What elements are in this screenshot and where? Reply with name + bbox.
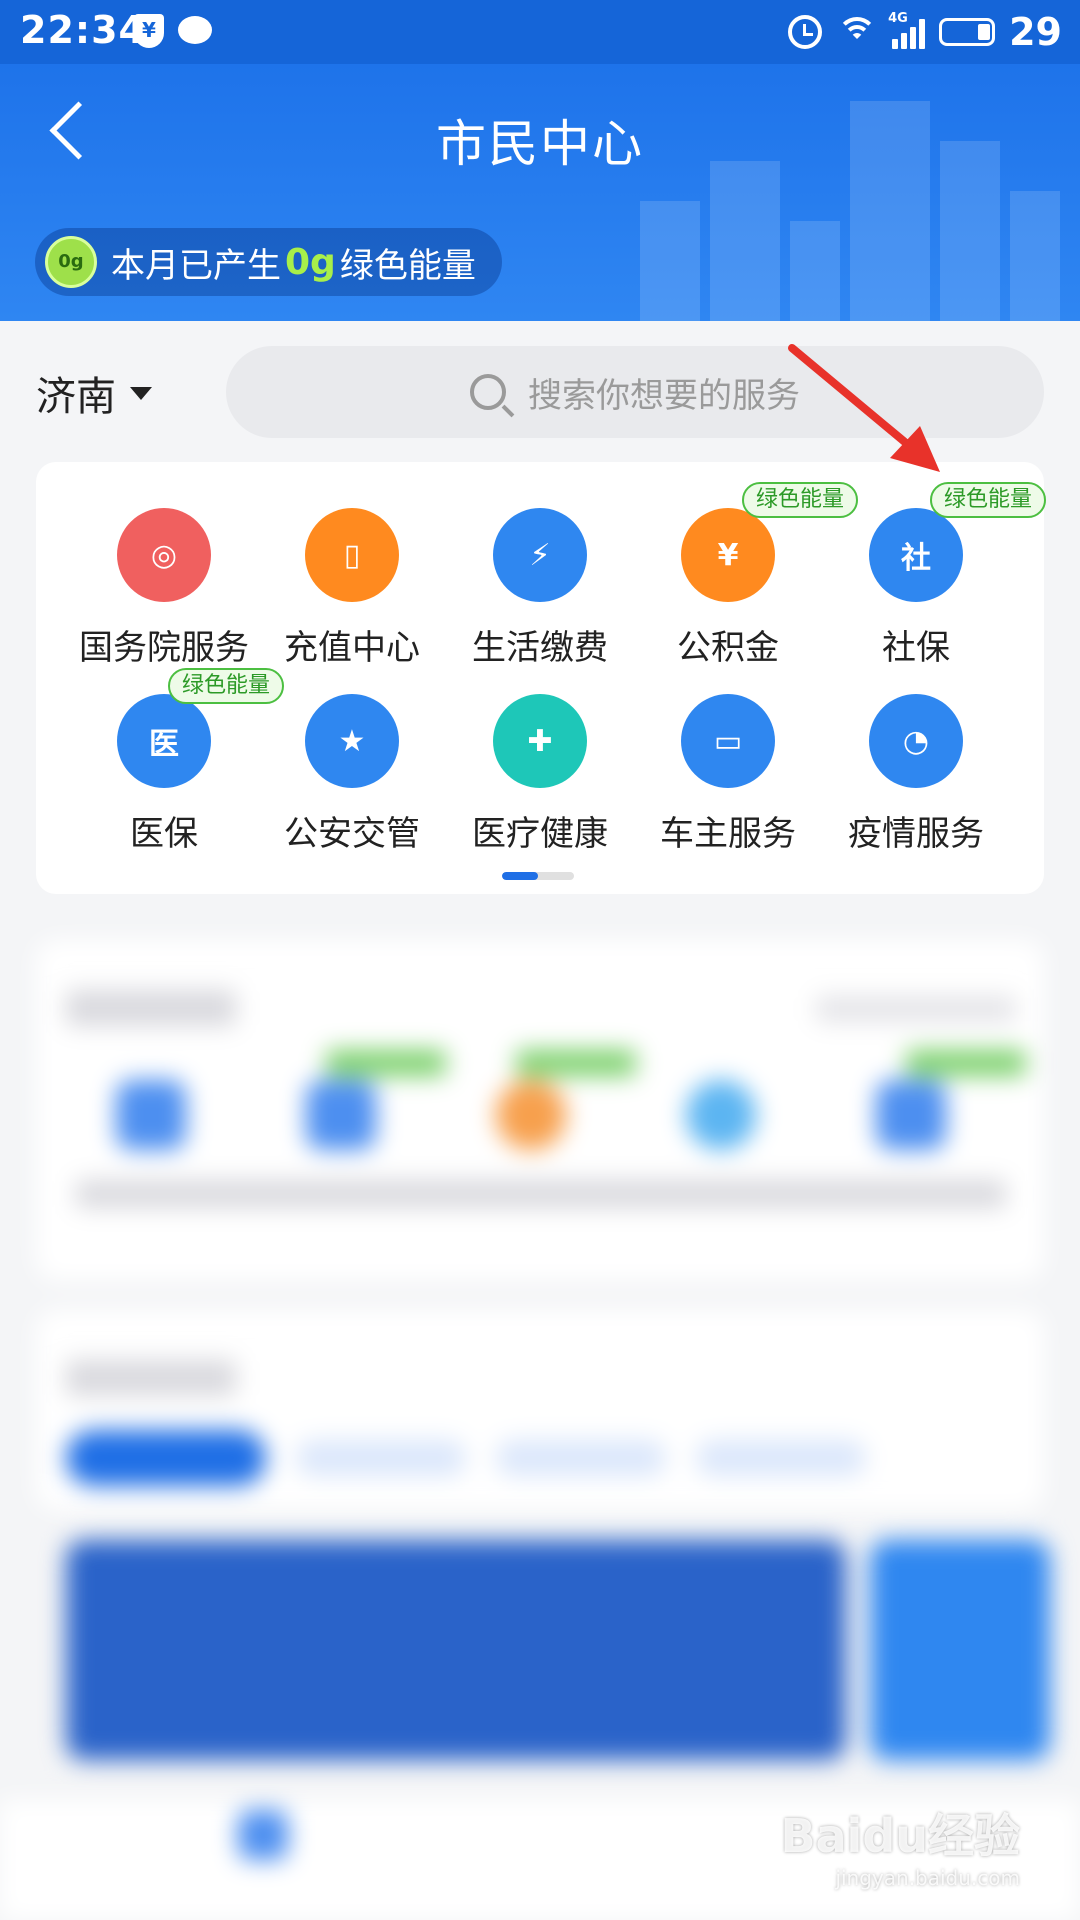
service-label: 车主服务 — [660, 814, 796, 854]
service-label: 医保 — [130, 814, 198, 854]
service-healthcare[interactable]: ✚ 医疗健康 — [446, 694, 634, 855]
battery-icon — [939, 18, 996, 46]
emblem-icon: ◎ — [117, 508, 211, 602]
service-label: 生活缴费 — [472, 628, 608, 668]
watermark-main: Baidu经验 — [780, 1809, 1020, 1863]
phone-icon: ▯ — [305, 508, 399, 602]
chat-bubble-icon — [178, 16, 212, 44]
header: 市民中心 0g 本月已产生 0g 绿色能量 — [0, 64, 1080, 321]
car-icon: ▭ — [681, 694, 775, 788]
service-label: 疫情服务 — [848, 814, 984, 854]
status-time: 22:34 — [20, 8, 146, 52]
blurred-content — [0, 900, 1080, 1920]
service-label: 社保 — [882, 628, 950, 668]
service-guowuyuan[interactable]: ◎ 国务院服务 — [70, 508, 258, 669]
battery-level: 29 — [1009, 10, 1062, 54]
service-public-security[interactable]: ★ 公安交管 — [258, 694, 446, 855]
green-energy-tag: 绿色能量 — [930, 482, 1047, 518]
service-utilities[interactable]: ⚡ 生活缴费 — [446, 508, 634, 669]
service-epidemic[interactable]: ◔ 疫情服务 — [822, 694, 1010, 855]
status-right: 4G 29 — [788, 8, 1062, 56]
green-energy-badge-icon: 0g — [45, 236, 97, 288]
baidu-watermark: Baidu经验 jingyan.baidu.com — [780, 1800, 1020, 1890]
services-grid: ◎ 国务院服务 ▯ 充值中心 ⚡ 生活缴费 绿色能量 ¥ 公积金 绿色能量 社 … — [36, 462, 1047, 894]
annotation-arrow — [788, 344, 940, 472]
wifi-icon — [836, 15, 878, 49]
page-indicator — [502, 872, 574, 880]
clock-icon: ◔ — [869, 694, 963, 788]
status-bar: 22:34 ¥ 4G 29 — [0, 0, 1080, 64]
city-selector[interactable]: 济南 — [36, 364, 152, 422]
caret-down-icon — [130, 386, 152, 400]
city-name: 济南 — [36, 374, 116, 420]
green-energy-pill[interactable]: 0g 本月已产生 0g 绿色能量 — [35, 228, 502, 296]
page-title: 市民中心 — [436, 115, 644, 173]
energy-prefix: 本月已产生 — [111, 245, 281, 286]
house-yuan-icon: ¥ — [681, 508, 775, 602]
police-icon: ★ — [305, 694, 399, 788]
alarm-icon — [788, 15, 823, 49]
payment-shield-icon: ¥ — [134, 14, 164, 48]
service-label: 公安交管 — [284, 814, 420, 854]
service-recharge[interactable]: ▯ 充值中心 — [258, 508, 446, 669]
search-icon — [470, 374, 506, 410]
shield-medical-icon: 医 — [117, 694, 211, 788]
network-type: 4G — [888, 11, 908, 26]
service-medical-insurance[interactable]: 绿色能量 医 医保 — [70, 668, 285, 855]
energy-suffix: 绿色能量 — [339, 245, 476, 286]
service-social-security[interactable]: 绿色能量 社 社保 — [822, 482, 1047, 669]
energy-value: 0g — [285, 241, 336, 283]
service-car-owner[interactable]: ▭ 车主服务 — [634, 694, 822, 855]
signal-icon: 4G — [888, 11, 926, 49]
water-drop-icon: ⚡ — [493, 508, 587, 602]
service-label: 医疗健康 — [472, 814, 608, 854]
stethoscope-icon: ✚ — [493, 694, 587, 788]
service-label: 国务院服务 — [79, 628, 249, 668]
service-label: 公积金 — [677, 628, 779, 668]
service-label: 充值中心 — [284, 628, 420, 668]
shield-social-icon: 社 — [869, 508, 963, 602]
watermark-sub: jingyan.baidu.com — [835, 1866, 1020, 1890]
service-housing-fund[interactable]: 绿色能量 ¥ 公积金 — [634, 482, 859, 669]
search-placeholder: 搜索你想要的服务 — [528, 375, 800, 416]
